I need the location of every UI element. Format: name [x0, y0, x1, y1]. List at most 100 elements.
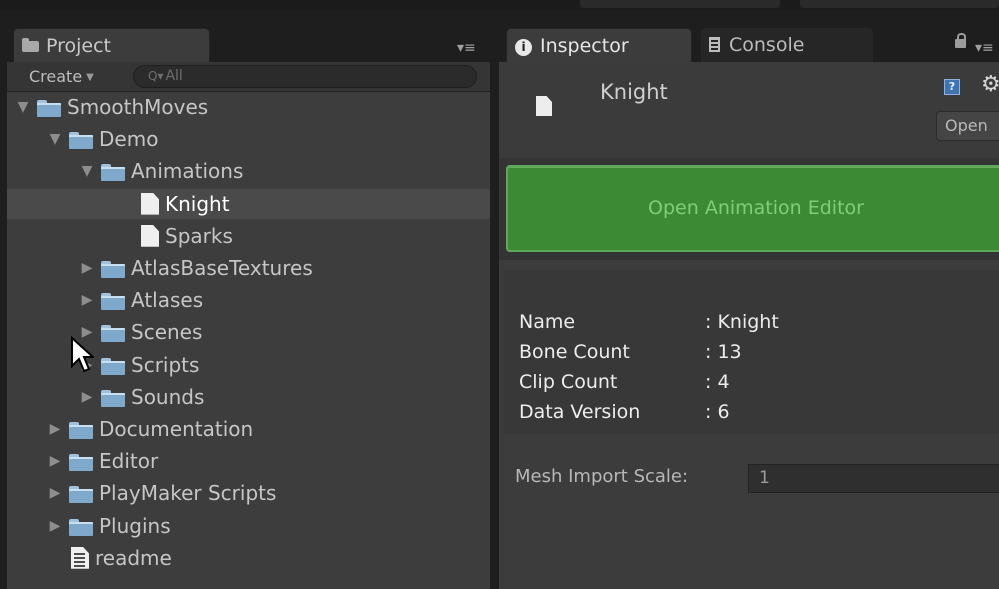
expand-arrow-right-icon[interactable]: ▶: [47, 446, 63, 476]
tree-file-item[interactable]: readme: [7, 543, 490, 573]
tree-item-label: Sparks: [165, 223, 233, 248]
tree-item-label: Demo: [99, 127, 159, 152]
mouse-cursor-icon: [71, 336, 94, 373]
chevron-down-icon: ▼: [86, 72, 94, 83]
inspector-panel: i Inspector Console ▾≡ Knight ? ⚙ Open Op…: [499, 10, 999, 589]
expand-arrow-right-icon[interactable]: ▶: [79, 285, 95, 315]
tree-item-label: PlayMaker Scripts: [99, 481, 277, 506]
tree-item-label: Sounds: [131, 384, 205, 409]
asset-name: Knight: [600, 80, 668, 104]
tree-item-label: Knight: [165, 191, 230, 216]
open-button[interactable]: Open: [936, 111, 999, 141]
info-key: Data Version: [519, 401, 641, 423]
mesh-import-scale-row: Mesh Import Scale: 1: [499, 460, 999, 496]
folder-tab-icon: [22, 38, 39, 52]
search-placeholder: All: [165, 68, 183, 84]
file-icon: [141, 192, 159, 215]
tree-item-label: AtlasBaseTextures: [131, 256, 313, 280]
folder-icon: [69, 132, 93, 150]
folder-icon: [101, 389, 125, 407]
tree-item-label: Documentation: [99, 417, 254, 441]
folder-icon: [101, 261, 125, 278]
info-key: Clip Count: [519, 371, 618, 393]
file-icon: [536, 96, 552, 116]
tree-item-label: Scenes: [131, 320, 203, 345]
expand-arrow-right-icon[interactable]: ▶: [79, 253, 95, 283]
tree-item-label: SmoothMoves: [67, 95, 209, 119]
create-button-label: Create: [29, 67, 83, 86]
search-input[interactable]: Q▾ All: [133, 65, 477, 88]
mesh-import-scale-field[interactable]: 1: [748, 464, 999, 493]
tree-item-label: Atlases: [131, 288, 204, 313]
info-value: : 13: [705, 341, 742, 363]
tab-project-label: Project: [46, 35, 112, 57]
folder-icon: [101, 357, 125, 375]
info-icon: i: [515, 39, 532, 56]
gear-icon[interactable]: ⚙: [981, 74, 999, 96]
top-strip-fragment: [580, 0, 780, 8]
file-icon: [141, 224, 159, 247]
tab-project[interactable]: Project: [13, 28, 210, 62]
tab-console-label: Console: [729, 34, 805, 56]
inspector-header: Knight ? ⚙ Open: [499, 62, 999, 159]
info-value: : 6: [705, 401, 730, 423]
editor-button-area: Open Animation Editor: [499, 158, 999, 260]
info-key: Name: [519, 311, 576, 333]
console-icon: [709, 37, 720, 52]
expand-arrow-down-icon[interactable]: ▼: [15, 92, 31, 122]
panel-menu-icon[interactable]: ▾≡: [975, 40, 994, 56]
info-key: Bone Count: [519, 341, 630, 363]
folder-icon: [101, 325, 125, 343]
mesh-import-scale-label: Mesh Import Scale:: [515, 466, 689, 487]
expand-arrow-right-icon[interactable]: ▶: [47, 478, 63, 508]
tree-item-label: Scripts: [131, 352, 200, 377]
help-icon[interactable]: ?: [944, 79, 960, 95]
panel-menu-icon[interactable]: ▾≡: [457, 40, 476, 56]
tree-folder-item[interactable]: ▼ Demo: [7, 124, 490, 154]
open-animation-editor-button[interactable]: Open Animation Editor: [506, 165, 999, 252]
search-icon: Q▾: [148, 69, 164, 83]
folder-icon: [101, 293, 125, 311]
tree-item-label: Editor: [99, 449, 159, 474]
expand-arrow-right-icon[interactable]: ▶: [47, 414, 63, 444]
project-toolbar: Create ▼ Q▾ All: [7, 62, 490, 92]
folder-icon: [69, 518, 93, 536]
tab-inspector-label: Inspector: [540, 35, 629, 57]
tree-folder-item[interactable]: ▶ Atlases: [7, 285, 490, 315]
tree-item-label: readme: [95, 545, 172, 570]
folder-icon: [37, 100, 61, 117]
tree-file-item[interactable]: Sparks: [7, 221, 490, 251]
create-button[interactable]: Create ▼: [29, 66, 94, 89]
tree-folder-item[interactable]: ▶ AtlasBaseTextures: [7, 253, 490, 283]
tree-folder-item[interactable]: ▼ SmoothMoves: [7, 92, 490, 122]
tree-folder-item[interactable]: ▶ Editor: [7, 446, 490, 476]
inspector-tab-bar: i Inspector Console ▾≡: [499, 10, 999, 62]
tree-folder-item[interactable]: ▼ Animations: [7, 156, 490, 186]
tree-folder-item[interactable]: ▶ PlayMaker Scripts: [7, 478, 490, 508]
folder-icon: [101, 164, 125, 182]
info-value: : Knight: [705, 311, 779, 333]
tab-console[interactable]: Console: [701, 28, 873, 62]
info-value: : 4: [705, 371, 730, 393]
tab-inspector[interactable]: i Inspector: [506, 28, 692, 62]
expand-arrow-right-icon[interactable]: ▶: [47, 511, 63, 541]
tree-item-label: Animations: [131, 159, 244, 184]
animation-info-box: Name : Knight Bone Count : 13 Clip Count…: [504, 270, 999, 434]
folder-icon: [69, 486, 93, 504]
tree-folder-item[interactable]: ▶ Plugins: [7, 511, 490, 541]
tree-file-item[interactable]: Knight: [7, 188, 490, 219]
top-strip-fragment: [800, 0, 999, 8]
folder-icon: [69, 454, 93, 472]
tree-folder-item[interactable]: ▶ Documentation: [7, 414, 490, 444]
panel-divider[interactable]: [490, 10, 499, 589]
tree-folder-item[interactable]: ▶ Sounds: [7, 382, 490, 412]
folder-icon: [69, 422, 93, 439]
lock-icon[interactable]: [955, 33, 966, 48]
tree-item-label: Plugins: [99, 513, 171, 538]
top-strip: [0, 0, 999, 10]
expand-arrow-down-icon[interactable]: ▼: [47, 124, 63, 154]
project-panel: Project ▾≡ Create ▼ Q▾ All ▼ SmoothMoves ▼ De…: [7, 10, 490, 589]
expand-arrow-right-icon[interactable]: ▶: [79, 382, 95, 412]
expand-arrow-down-icon[interactable]: ▼: [79, 156, 95, 186]
project-tab-bar: Project ▾≡: [7, 10, 490, 62]
